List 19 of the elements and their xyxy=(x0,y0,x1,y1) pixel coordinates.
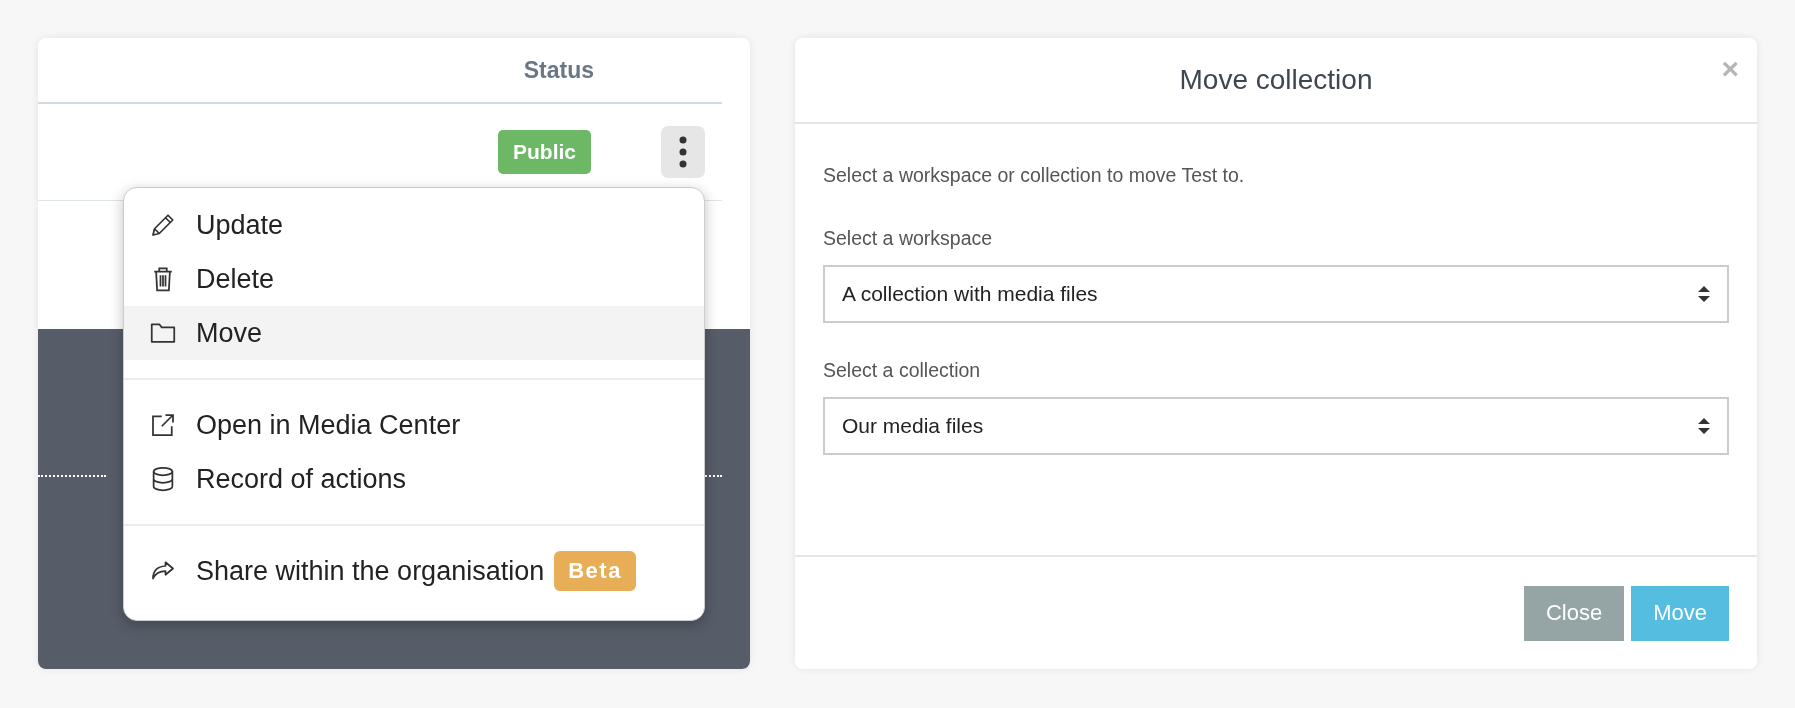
modal-title: Move collection xyxy=(1179,64,1373,96)
sort-caret-icon xyxy=(1697,417,1711,435)
menu-item[interactable]: Record of actions xyxy=(124,452,704,506)
vertical-dots-icon xyxy=(678,135,688,169)
instruction-text: Select a workspace or collection to move Test to. xyxy=(823,164,1246,187)
status-badge: Public xyxy=(498,130,591,174)
menu-item[interactable]: Open in Media Center xyxy=(124,398,704,452)
menu-item[interactable]: Update xyxy=(124,198,704,252)
beta-badge: Beta xyxy=(554,551,636,591)
more-options-button[interactable] xyxy=(661,126,705,178)
sort-caret-icon xyxy=(1697,285,1711,303)
column-header: Status xyxy=(523,56,594,84)
menu-item[interactable]: Share within the organisation Beta xyxy=(124,544,704,598)
field-label: Select a collection xyxy=(823,359,982,382)
menu-item[interactable]: Move xyxy=(124,306,704,360)
select-field[interactable]: Our media files xyxy=(823,397,1729,455)
menu-item[interactable]: Delete xyxy=(124,252,704,306)
select-field[interactable]: A collection with media files xyxy=(823,265,1729,323)
field-label: Select a workspace xyxy=(823,227,994,250)
